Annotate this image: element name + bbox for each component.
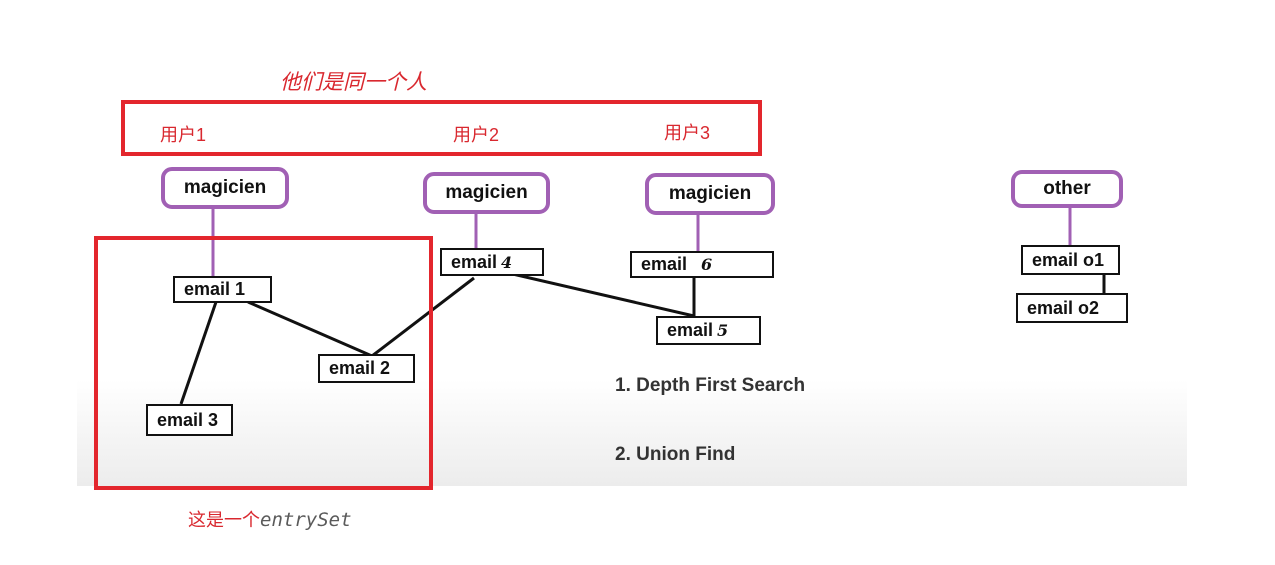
user-node-2: magicien xyxy=(423,172,550,214)
method-dfs: 1. Depth First Search xyxy=(615,375,806,396)
email-node-4-number: 4 xyxy=(501,252,513,272)
entryset-caption: 这是一个entrySet xyxy=(188,506,352,532)
email-node-4-prefix: email xyxy=(451,251,498,272)
email-node-6-prefix: email xyxy=(641,254,688,274)
email-node-2: email 2 xyxy=(318,354,415,383)
user-label-2: 用户2 xyxy=(453,125,500,145)
email-node-6-number: 6 xyxy=(701,255,713,274)
user-node-other: other xyxy=(1011,170,1123,208)
email-node-3: email 3 xyxy=(146,404,233,436)
email-node-o1: email o1 xyxy=(1021,245,1120,275)
edge-email4-email5 xyxy=(507,271,695,318)
email-node-5-prefix: email xyxy=(667,320,714,340)
email-node-6: email 6 xyxy=(630,251,774,278)
email-node-o2: email o2 xyxy=(1016,293,1128,323)
user-node-3: magicien xyxy=(645,173,775,215)
entryset-caption-code: entrySet xyxy=(260,509,352,531)
email-node-4: email 4 xyxy=(440,248,544,276)
user-label-3: 用户3 xyxy=(664,123,711,143)
method-union-find: 2. Union Find xyxy=(615,444,736,465)
email-node-5: email 5 xyxy=(656,316,761,345)
user-node-1: magicien xyxy=(161,167,289,209)
email-node-5-number: 5 xyxy=(717,321,729,340)
entryset-caption-text: 这是一个 xyxy=(188,510,260,530)
user-label-1: 用户1 xyxy=(160,125,207,145)
same-person-title: 他们是同一个人 xyxy=(280,71,427,94)
email-node-1: email 1 xyxy=(173,276,272,303)
